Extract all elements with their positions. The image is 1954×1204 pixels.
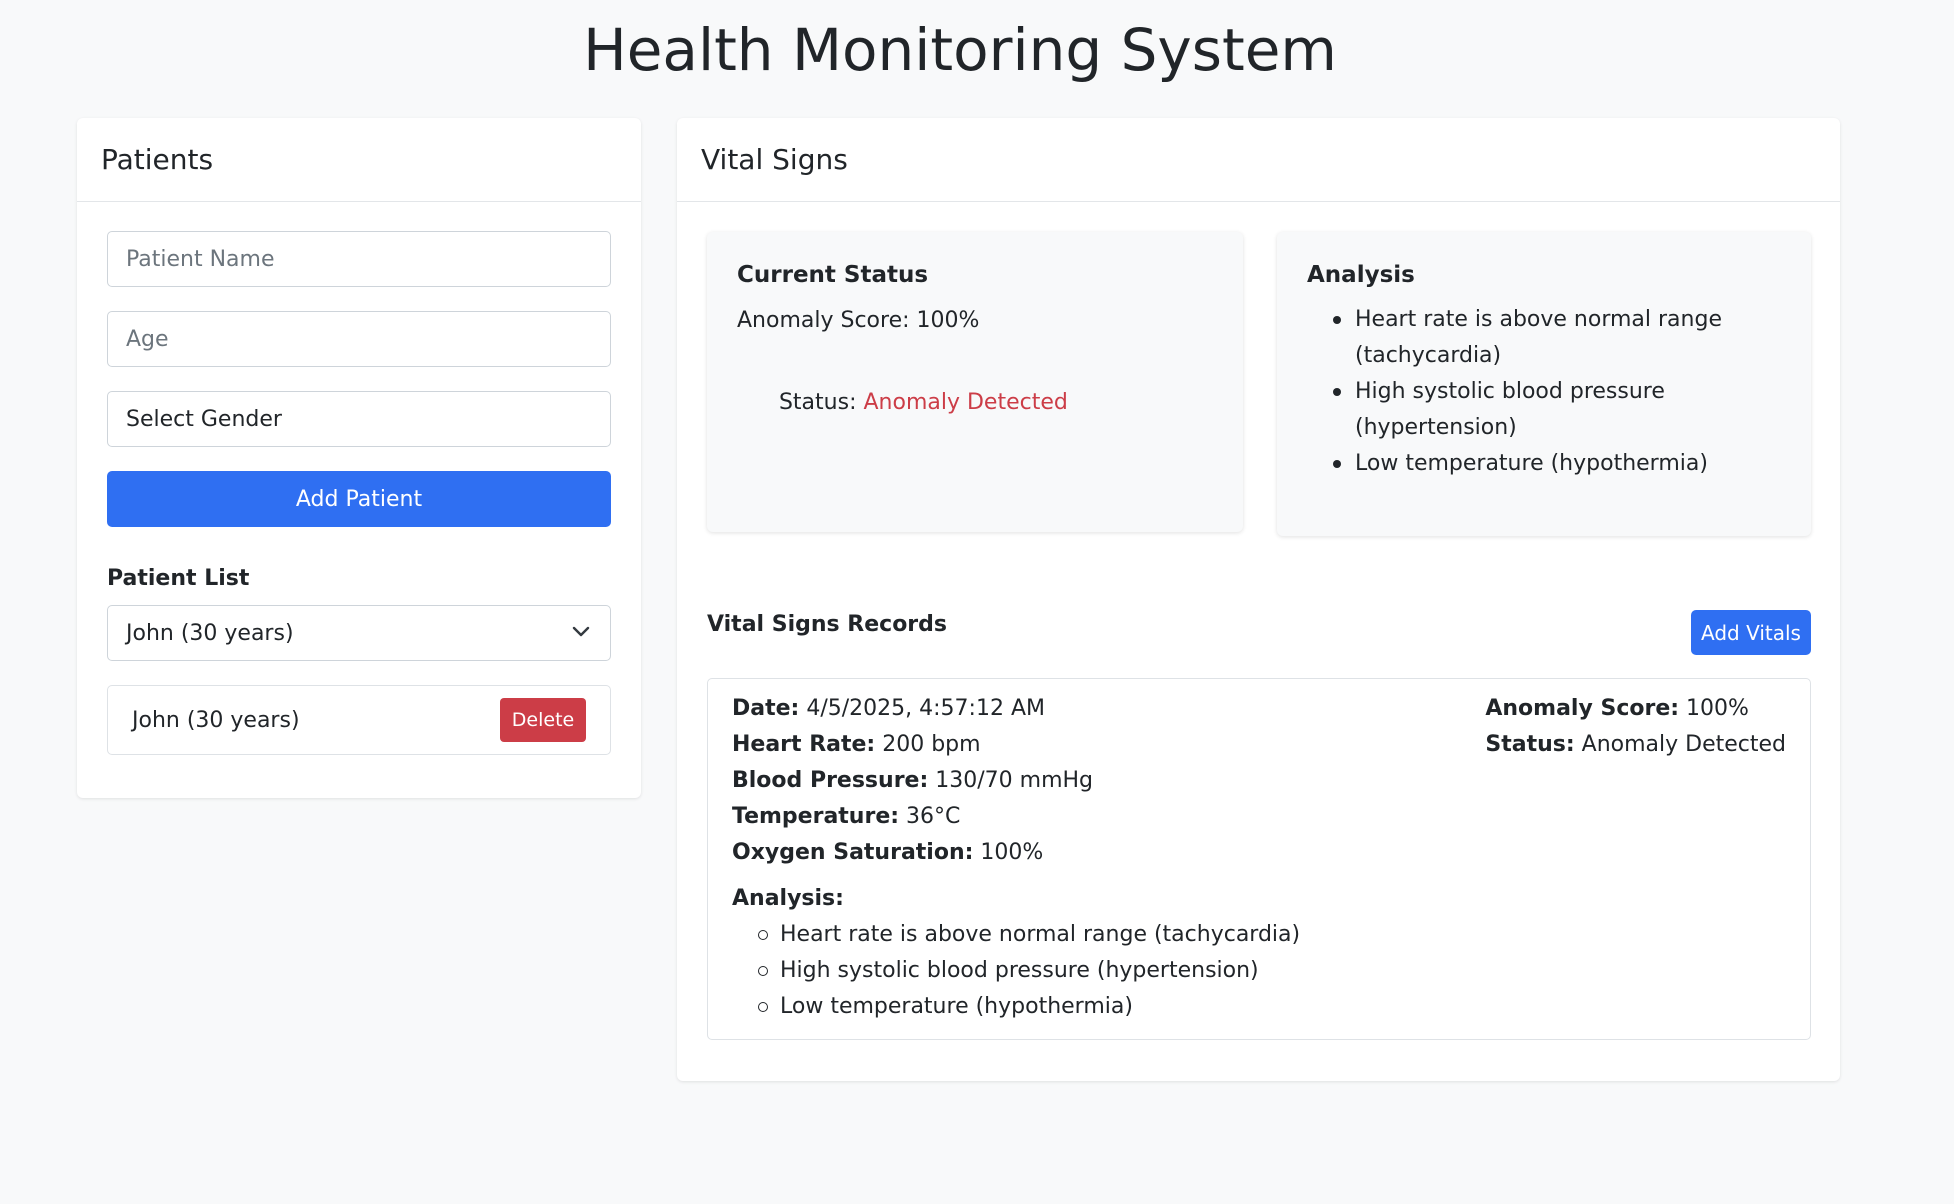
patient-list-label: Patient List (107, 566, 250, 591)
patients-card: Patients Select Gender Add Patient Patie… (77, 118, 641, 798)
status-label: Status: (778, 390, 864, 415)
record-analysis-item: High systolic blood pressure (hypertensi… (757, 953, 1300, 989)
vital-signs-header: Vital Signs (677, 118, 1840, 202)
patient-list-item[interactable]: John (30 years) Delete (107, 685, 611, 755)
patients-header: Patients (77, 118, 641, 202)
record-anomaly-score: Anomaly Score: 100% (1485, 696, 1749, 721)
record-oxygen-saturation: Oxygen Saturation: 100% (732, 840, 1044, 865)
records-title: Vital Signs Records (707, 612, 948, 637)
record-summary: Anomaly Score: 100% Status: Anomaly Dete… (1485, 691, 1786, 763)
analysis-item: Low temperature (hypothermia) (1333, 446, 1787, 482)
patient-name-input[interactable] (107, 231, 611, 287)
anomaly-score-text: Anomaly Score: 100% (737, 308, 980, 333)
analysis-item: High systolic blood pressure (hypertensi… (1333, 374, 1787, 446)
record-analysis-item: Low temperature (hypothermia) (757, 989, 1300, 1025)
age-input[interactable] (107, 311, 611, 367)
analysis-title: Analysis (1307, 262, 1415, 288)
record-status: Status: Anomaly Detected (1485, 732, 1786, 757)
gender-select-value: Select Gender (126, 406, 282, 432)
record-heart-rate: Heart Rate: 200 bpm (732, 732, 981, 757)
record-analysis-list: Heart rate is above normal range (tachyc… (732, 917, 1300, 1025)
add-patient-button[interactable]: Add Patient (107, 471, 611, 527)
analysis-item: Heart rate is above normal range (tachyc… (1333, 302, 1787, 374)
status-line: Status: Anomaly Detected (737, 341, 1068, 464)
analysis-list: Heart rate is above normal range (tachyc… (1307, 302, 1787, 482)
current-status-title: Current Status (737, 262, 929, 288)
patient-list-select[interactable]: John (30 years) (107, 605, 611, 661)
gender-select[interactable]: Select Gender (107, 391, 611, 447)
chevron-down-icon (572, 626, 590, 637)
record-temperature: Temperature: 36°C (732, 804, 961, 829)
analysis-panel: Analysis Heart rate is above normal rang… (1277, 232, 1811, 536)
record-details: Date: 4/5/2025, 4:57:12 AM Heart Rate: 2… (732, 691, 1093, 871)
status-badge: Anomaly Detected (863, 390, 1068, 415)
record-analysis-item: Heart rate is above normal range (tachyc… (757, 917, 1300, 953)
vital-signs-card: Vital Signs Current Status Anomaly Score… (677, 118, 1840, 1081)
delete-patient-button[interactable]: Delete (500, 698, 586, 742)
patient-item-label: John (30 years) (132, 708, 300, 733)
vital-record: Date: 4/5/2025, 4:57:12 AM Heart Rate: 2… (707, 678, 1811, 1040)
record-blood-pressure: Blood Pressure: 130/70 mmHg (732, 768, 1094, 793)
record-analysis-label: Analysis: (732, 886, 844, 911)
record-date: Date: 4/5/2025, 4:57:12 AM (732, 696, 1045, 721)
patient-list-select-value: John (30 years) (126, 620, 294, 646)
current-status-panel: Current Status Anomaly Score: 100% Statu… (707, 232, 1243, 532)
page-title: Health Monitoring System (583, 16, 1337, 84)
add-vitals-button[interactable]: Add Vitals (1691, 610, 1811, 655)
